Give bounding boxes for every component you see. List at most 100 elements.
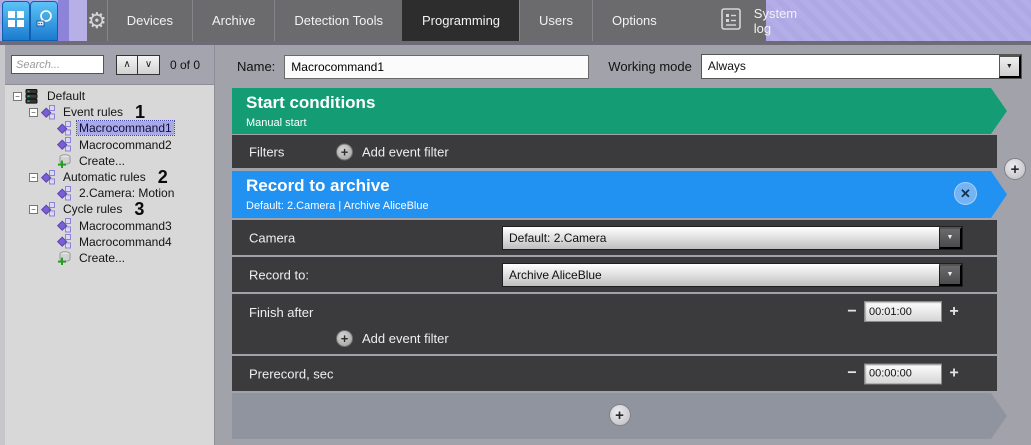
server-icon [25, 89, 41, 104]
working-mode-label: Working mode [608, 59, 692, 74]
tree-item-label: Cycle rules [61, 202, 124, 216]
working-mode-dropdown[interactable]: Always ▼ [701, 54, 1022, 79]
tree-expander-icon[interactable]: − [29, 173, 38, 182]
tree-item-macrocommand1[interactable]: Macrocommand1 [5, 120, 214, 136]
record-to-label: Record to: [249, 267, 309, 282]
name-row: Name: Working mode Always ▼ [215, 45, 1031, 88]
add-event-filter-label: Add event filter [362, 144, 449, 159]
plus-icon: + [336, 330, 353, 347]
prerecord-label: Prerecord, sec [249, 366, 334, 381]
plus-button[interactable]: + [947, 364, 961, 384]
tree-item-event-rules[interactable]: − Event rules 1 [5, 104, 214, 120]
add-event-filter-label: Add event filter [362, 331, 449, 346]
settings-gear-button[interactable]: ⚙ [87, 0, 107, 41]
tab-devices[interactable]: Devices [107, 0, 192, 41]
top-bar: ⚙ DevicesArchiveDetection ToolsProgrammi… [0, 0, 1031, 41]
macro-icon [57, 137, 73, 152]
system-log-button[interactable]: System log [704, 0, 813, 41]
macro-icon [57, 218, 73, 233]
app-window: ⚙ DevicesArchiveDetection ToolsProgrammi… [0, 0, 1031, 445]
chevron-down-icon[interactable]: ▼ [999, 55, 1021, 78]
tree-item-label: Macrocommand2 [77, 138, 174, 152]
tree-item-automatic-rules[interactable]: − Automatic rules 2 [5, 169, 214, 185]
record-to-archive-banner[interactable]: Record to archive Default: 2.Camera | Ar… [232, 171, 1007, 218]
tree-item-macrocommand3[interactable]: Macrocommand3 [5, 218, 214, 234]
system-log-icon [720, 7, 742, 34]
object-tree: −Default−Event rules1Macrocommand1Macroc… [5, 85, 214, 266]
record-to-value: Archive AliceBlue [503, 264, 939, 286]
layouts-button[interactable] [2, 1, 30, 41]
start-conditions-subtitle: Manual start [246, 117, 1007, 129]
tree-item-cycle-rules[interactable]: − Cycle rules 3 [5, 201, 214, 217]
finish-after-time-field[interactable] [864, 301, 942, 322]
record-to-dropdown[interactable]: Archive AliceBlue ▼ [502, 263, 963, 287]
magnifier-icon [35, 9, 54, 33]
working-mode-value: Always [702, 55, 999, 78]
action-subtitle: Default: 2.Camera | Archive AliceBlue [246, 200, 1007, 212]
tree-item-default[interactable]: − Default [5, 88, 214, 104]
tree-item-create[interactable]: Create... [5, 153, 214, 169]
tree-item-label: Automatic rules [61, 170, 148, 184]
add-event-filter-button[interactable]: + Add event filter [336, 330, 449, 347]
tree-item-create[interactable]: Create... [5, 250, 214, 266]
macro-name-input[interactable] [284, 55, 589, 79]
add-action-button[interactable]: + [609, 404, 631, 426]
tree-item-label: Create... [77, 154, 127, 168]
record-to-row: Record to: Archive AliceBlue ▼ [232, 257, 997, 292]
tab-users[interactable]: Users [519, 0, 592, 41]
camera-dropdown[interactable]: Default: 2.Camera ▼ [502, 226, 963, 250]
toolbar-tabs: DevicesArchiveDetection ToolsProgramming… [107, 0, 676, 41]
plus-button[interactable]: + [947, 302, 961, 322]
chevron-down-icon[interactable]: ▼ [939, 264, 962, 286]
filters-row: Filters + Add event filter [232, 135, 997, 168]
macro-icon [41, 105, 57, 120]
search-next-button[interactable]: ∨ [138, 55, 160, 75]
start-conditions-title: Start conditions [246, 93, 1007, 113]
tree-item-label: Create... [77, 251, 127, 265]
create-icon [57, 250, 73, 265]
tree-search-bar: ∧ ∨ 0 of 0 [5, 45, 214, 85]
plus-icon: + [336, 143, 353, 160]
main-toolbar: ⚙ DevicesArchiveDetection ToolsProgrammi… [87, 0, 766, 41]
tree-expander-icon[interactable]: − [29, 108, 38, 117]
annotation-number: 3 [134, 201, 144, 217]
tree-item-label: Macrocommand4 [77, 235, 174, 249]
tab-options[interactable]: Options [592, 0, 676, 41]
minus-button[interactable]: − [845, 302, 859, 322]
prerecord-time-field[interactable] [864, 363, 942, 384]
finish-after-stepper: − + [845, 301, 961, 322]
tree-item-label: 2.Camera: Motion [77, 186, 176, 200]
filters-label: Filters [249, 144, 284, 159]
add-event-filter-button[interactable]: + Add event filter [336, 143, 449, 160]
finish-after-label: Finish after [249, 305, 313, 320]
search-input[interactable] [11, 55, 104, 74]
close-icon[interactable]: ✕ [954, 182, 977, 205]
annotation-number: 2 [158, 169, 168, 185]
purple-divider-dark [58, 0, 69, 41]
start-conditions-banner[interactable]: Start conditions Manual start [232, 88, 1007, 134]
tab-detection-tools[interactable]: Detection Tools [274, 0, 402, 41]
tree-item-macrocommand2[interactable]: Macrocommand2 [5, 137, 214, 153]
create-icon [57, 153, 73, 168]
tree-item-macrocommand4[interactable]: Macrocommand4 [5, 234, 214, 250]
search-prev-button[interactable]: ∧ [116, 55, 138, 75]
annotation-number: 1 [135, 104, 145, 120]
tab-programming[interactable]: Programming [402, 0, 519, 41]
add-action-side-button[interactable]: + [1004, 158, 1026, 180]
tree-item-label: Default [45, 89, 87, 103]
tree-item-label: Event rules [61, 105, 125, 119]
chevron-down-icon[interactable]: ▼ [939, 227, 962, 249]
tree-expander-icon[interactable]: − [13, 92, 22, 101]
camera-search-button[interactable] [30, 1, 58, 41]
prerecord-row: Prerecord, sec − + [232, 356, 997, 391]
name-label: Name: [237, 59, 275, 74]
search-nav-buttons: ∧ ∨ [116, 55, 160, 75]
camera-label: Camera [249, 230, 295, 245]
tree-item-2-camera-motion[interactable]: 2.Camera: Motion [5, 185, 214, 201]
gear-icon: ⚙ [87, 10, 107, 32]
minus-button[interactable]: − [845, 364, 859, 384]
add-action-banner: + [232, 393, 1007, 439]
tab-archive[interactable]: Archive [192, 0, 274, 41]
tree-expander-icon[interactable]: − [29, 205, 38, 214]
action-title: Record to archive [246, 176, 1007, 196]
